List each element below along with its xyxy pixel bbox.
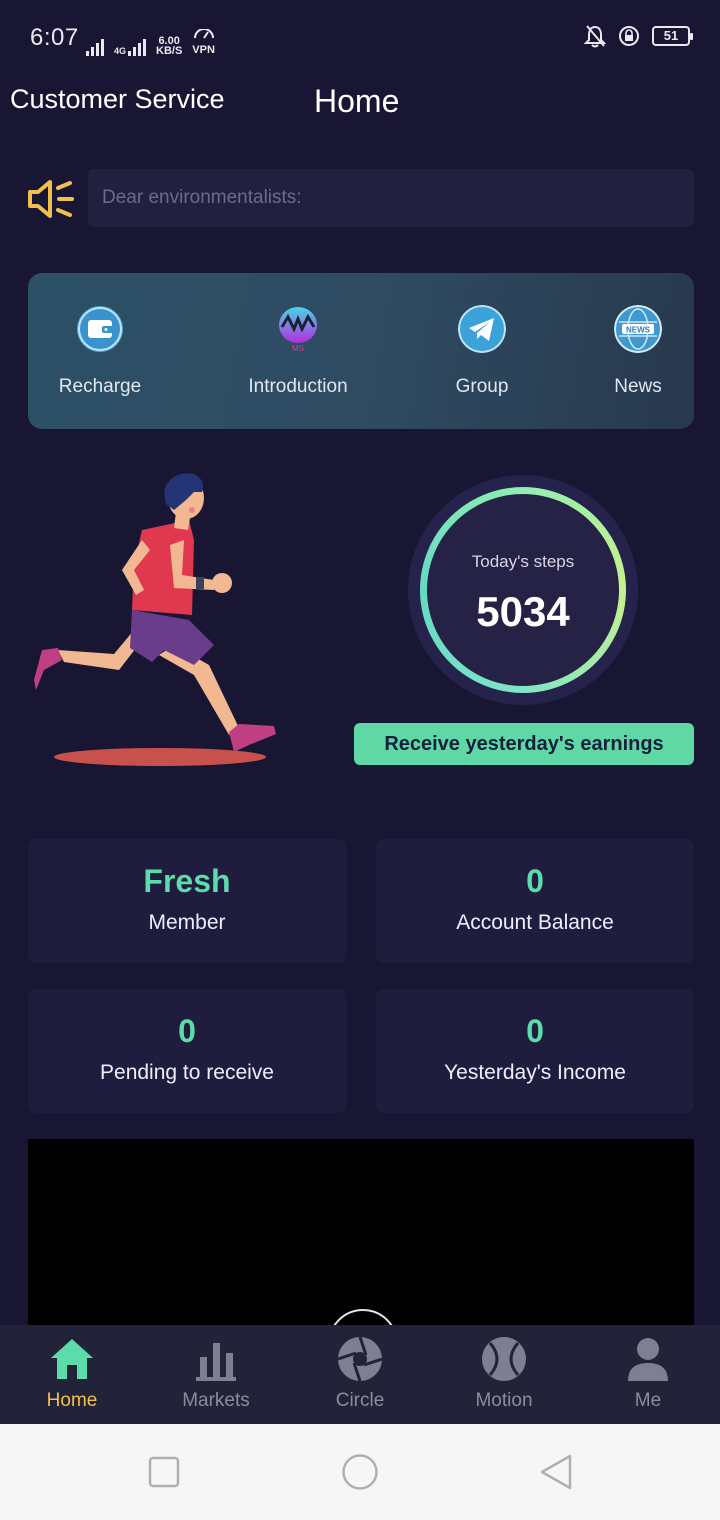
steps-value: 5034 — [476, 588, 570, 635]
quick-item-introduction[interactable]: MS Introduction — [238, 305, 358, 398]
tab-motion[interactable]: Motion — [432, 1325, 576, 1424]
telegram-icon — [458, 305, 506, 353]
stat-card-member: Fresh Member — [28, 839, 346, 963]
stat-label: Account Balance — [456, 911, 614, 934]
rotation-lock-icon — [619, 26, 639, 46]
svg-text:NEWS: NEWS — [626, 326, 651, 335]
tab-label: Home — [46, 1390, 98, 1411]
stat-value: 0 — [526, 1013, 544, 1049]
page-title: Home — [314, 83, 400, 119]
speaker-icon — [28, 180, 74, 218]
ms-logo-icon: MS — [279, 307, 317, 353]
steps-label: Today's steps — [471, 552, 575, 571]
quick-label: Introduction — [248, 376, 348, 397]
stat-card-yesterday-income: 0 Yesterday's Income — [376, 989, 694, 1113]
quick-label: Group — [455, 376, 509, 397]
stat-card-pending: 0 Pending to receive — [28, 989, 346, 1113]
tab-bar: Home Markets Circle Motion Me — [0, 1325, 720, 1424]
aperture-icon — [337, 1336, 383, 1382]
network-indicators: 4G 6.00 KB/S VPN — [86, 26, 215, 57]
battery-indicator: 51 — [652, 26, 693, 46]
net-speed: 6.00 KB/S — [156, 35, 183, 57]
quick-label: Recharge — [58, 376, 142, 397]
signal-icon-2 — [128, 38, 147, 56]
status-bar: 6:07 4G 6.00 KB/S VPN 51 — [0, 0, 720, 76]
ball-icon — [482, 1337, 526, 1381]
tab-label: Markets — [182, 1390, 250, 1411]
stat-value: Fresh — [143, 863, 231, 899]
runner-illustration — [34, 473, 276, 766]
quick-label: News — [614, 376, 662, 397]
status-right: 51 — [584, 24, 693, 48]
status-time: 6:07 — [30, 24, 79, 51]
quick-item-recharge[interactable]: Recharge — [52, 305, 148, 398]
video-play-control[interactable] — [328, 1309, 398, 1325]
stat-label: Yesterday's Income — [444, 1061, 626, 1084]
bar-chart-icon — [196, 1343, 236, 1381]
home-icon — [51, 1339, 93, 1379]
quick-menu: Recharge MS Introduction Group NEWS News — [28, 273, 694, 429]
back-nav-button[interactable] — [538, 1453, 574, 1491]
tab-label: Motion — [475, 1390, 533, 1411]
stat-value: 0 — [526, 863, 544, 899]
tab-label: Circle — [335, 1390, 385, 1411]
recent-apps-button[interactable] — [148, 1456, 180, 1488]
stat-label: Pending to receive — [100, 1061, 274, 1084]
home-nav-button[interactable] — [341, 1453, 379, 1491]
quick-item-group[interactable]: Group — [434, 305, 530, 398]
video-player[interactable] — [28, 1139, 694, 1325]
user-icon — [628, 1338, 668, 1381]
signal-icon — [86, 38, 104, 56]
tab-label: Me — [634, 1390, 662, 1411]
news-globe-icon: NEWS — [614, 305, 662, 353]
tab-circle[interactable]: Circle — [288, 1325, 432, 1424]
customer-service-link[interactable]: Customer Service — [10, 84, 225, 115]
receive-earnings-button[interactable]: Receive yesterday's earnings — [354, 723, 694, 765]
quick-item-news[interactable]: NEWS News — [590, 305, 686, 398]
wallet-icon — [77, 306, 123, 352]
tab-home[interactable]: Home — [0, 1325, 144, 1424]
svg-text:MS: MS — [292, 344, 304, 353]
tab-markets[interactable]: Markets — [144, 1325, 288, 1424]
system-nav-bar — [0, 1424, 720, 1520]
stat-label: Member — [148, 911, 226, 934]
stat-value: 0 — [178, 1013, 196, 1049]
bell-off-icon — [584, 25, 606, 48]
vpn-indicator: VPN — [192, 26, 215, 56]
network-type: 4G — [114, 46, 127, 56]
notice-bar[interactable]: Dear environmentalists: — [88, 169, 694, 227]
tab-me[interactable]: Me — [576, 1325, 720, 1424]
vpn-icon — [193, 28, 214, 39]
stat-card-balance: 0 Account Balance — [376, 839, 694, 963]
